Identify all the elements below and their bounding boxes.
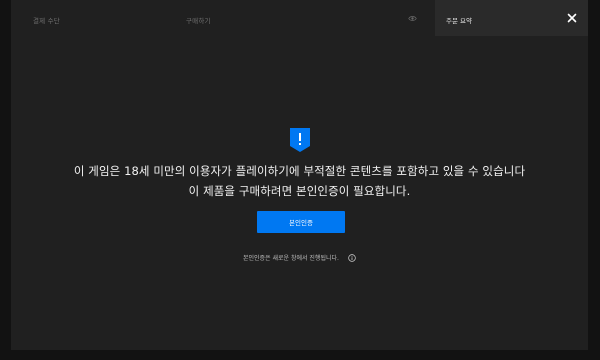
age-verification-content: 이 게임은 18세 미만의 이용자가 플레이하기에 부적절한 콘텐츠를 포함하고…	[11, 36, 588, 350]
checkout-window: 결제 수단 구매하기 주문 요약 이 게임은 18세 미만의 이용자가 플레이하…	[0, 0, 600, 360]
verification-required-text: 이 제품을 구매하려면 본인인증이 필요합니다.	[188, 184, 411, 198]
order-summary-title: 주문 요약	[446, 17, 472, 25]
eye-icon	[408, 16, 417, 21]
age-warning-text: 이 게임은 18세 미만의 이용자가 플레이하기에 부적절한 콘텐츠를 포함하고…	[73, 164, 526, 178]
order-summary-tab[interactable]: 주문 요약	[435, 0, 588, 36]
verification-note: 본인인증은 새로운 창에서 진행됩니다.	[11, 247, 588, 266]
info-icon[interactable]	[348, 253, 356, 262]
close-icon[interactable]	[564, 10, 580, 26]
shield-alert-icon	[290, 128, 310, 152]
step-payment-method: 결제 수단	[33, 17, 60, 25]
checkout-panel: 결제 수단 구매하기 주문 요약 이 게임은 18세 미만의 이용자가 플레이하…	[11, 0, 588, 350]
step-purchase: 구매하기	[186, 17, 211, 25]
verification-note-text: 본인인증은 새로운 창에서 진행됩니다.	[242, 255, 339, 262]
identity-verification-button[interactable]: 본인인증	[257, 211, 345, 233]
checkout-header: 결제 수단 구매하기 주문 요약	[11, 0, 588, 36]
